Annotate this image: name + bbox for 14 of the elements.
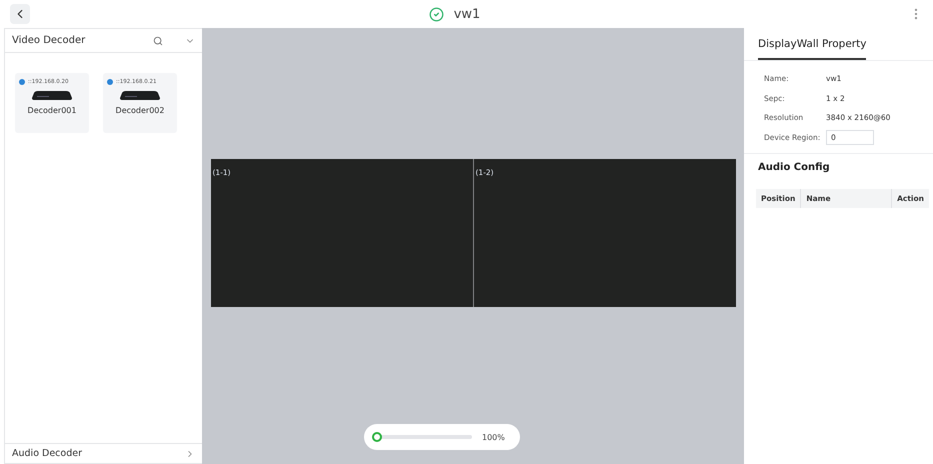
- check-icon: [428, 6, 444, 22]
- back-button[interactable]: [10, 4, 30, 24]
- wall-title: vw1: [454, 6, 480, 22]
- zoom-reading: 100%: [482, 432, 505, 442]
- panel-title: Video Decoder: [12, 35, 86, 46]
- search-icon[interactable]: [153, 36, 163, 46]
- audio-decoder-item[interactable]: Audio Decoder: [5, 443, 202, 463]
- audio-decoder-label: Audio Decoder: [12, 448, 83, 459]
- decoder-name: Decoder002: [116, 106, 164, 115]
- decoder-device-icon: [32, 91, 72, 100]
- section-title: Audio Config: [757, 161, 831, 175]
- decoder-name: Decoder001: [28, 106, 76, 115]
- zoom-thumb[interactable]: [372, 432, 382, 442]
- decoder-device-icon: [120, 91, 160, 100]
